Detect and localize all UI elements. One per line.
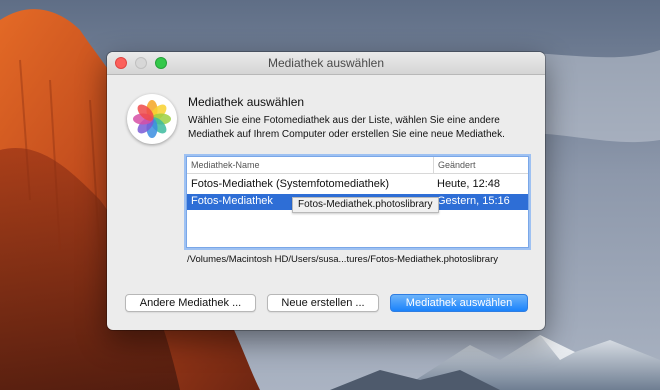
photos-app-icon xyxy=(127,94,177,144)
choose-library-button[interactable]: Mediathek auswählen xyxy=(390,294,528,312)
select-library-dialog: Mediathek auswählen Mediathek auswählen … xyxy=(107,52,545,330)
column-divider xyxy=(433,157,434,173)
column-header-modified[interactable]: Geändert xyxy=(438,160,476,170)
table-row[interactable]: Fotos-Mediathek (Systemfotomediathek) He… xyxy=(187,177,528,193)
table-header: Mediathek-Name Geändert xyxy=(187,157,528,174)
window-title: Mediathek auswählen xyxy=(267,56,385,70)
library-modified: Gestern, 15:16 xyxy=(437,195,510,207)
library-name: Fotos-Mediathek (Systemfotomediathek) xyxy=(191,178,390,190)
library-modified: Heute, 12:48 xyxy=(437,178,500,190)
filename-tooltip: Fotos-Mediathek.photoslibrary xyxy=(292,197,439,213)
library-name: Fotos-Mediathek xyxy=(191,195,273,207)
library-table[interactable]: Mediathek-Name Geändert Fotos-Mediathek … xyxy=(186,156,529,248)
column-header-name[interactable]: Mediathek-Name xyxy=(191,160,260,170)
other-library-button[interactable]: Andere Mediathek ... xyxy=(125,294,256,312)
dialog-description: Wählen Sie eine Fotomediathek aus der Li… xyxy=(188,115,505,140)
title-bar[interactable]: Mediathek auswählen xyxy=(107,52,545,75)
library-path: /Volumes/Macintosh HD/Users/susa...tures… xyxy=(187,254,498,265)
create-new-button[interactable]: Neue erstellen ... xyxy=(267,294,379,312)
dialog-heading: Mediathek auswählen xyxy=(188,95,305,109)
